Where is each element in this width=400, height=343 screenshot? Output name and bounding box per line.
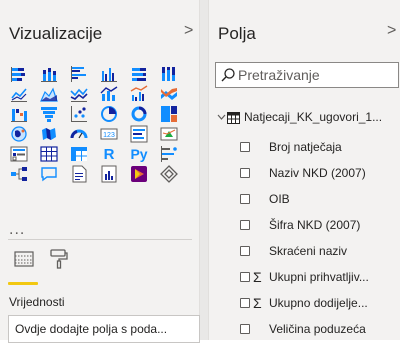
field-checkbox[interactable]	[240, 142, 250, 152]
fields-well-icon	[14, 251, 34, 267]
collapse-visualizations-button[interactable]: >	[184, 22, 193, 40]
viz-divider	[8, 239, 192, 240]
table-node[interactable]: Natjecaji_KK_ugovori_1...	[215, 110, 400, 128]
stacked-bar-chart-icon[interactable]	[8, 63, 30, 85]
collapse-fields-button[interactable]: >	[387, 22, 396, 40]
scatter-chart-icon[interactable]	[68, 103, 90, 125]
search-input[interactable]: Pretraživanje	[215, 62, 399, 88]
qa-icon[interactable]	[38, 163, 60, 185]
card-icon[interactable]: 123	[98, 123, 120, 145]
stacked-column-chart-icon[interactable]	[38, 63, 60, 85]
diamond-icon[interactable]	[158, 163, 180, 185]
more-visuals-button[interactable]: ...	[9, 221, 25, 239]
kpi-icon[interactable]	[158, 123, 180, 145]
waterfall-chart-icon[interactable]	[8, 103, 30, 125]
multi-row-card-icon[interactable]	[128, 123, 150, 145]
format-visual-tab[interactable]	[46, 246, 72, 272]
gauge-icon[interactable]	[68, 123, 90, 145]
values-section-label: Vrijednosti	[9, 295, 65, 309]
clustered-column-chart-icon[interactable]	[98, 63, 120, 85]
field-label: Broj natječaja	[269, 140, 342, 154]
slicer-icon[interactable]	[8, 143, 30, 165]
field-label: Ukupni prihvatljiv...	[269, 270, 369, 284]
key-influencers-icon[interactable]	[158, 143, 180, 165]
table-icon	[227, 112, 240, 124]
stacked-area-chart-icon[interactable]	[68, 83, 90, 105]
map-icon[interactable]	[8, 123, 30, 145]
search-placeholder: Pretraživanje	[238, 67, 320, 83]
values-drop-zone[interactable]: Ovdje dodajte polja s poda...	[8, 315, 200, 343]
field-label: Naziv NKD (2007)	[269, 166, 366, 180]
pane-gap	[200, 0, 208, 340]
field-label: Ukupno dodijelje...	[269, 296, 368, 310]
field-checkbox[interactable]	[240, 168, 250, 178]
py-label: Py	[130, 146, 148, 162]
field-label: Šifra NKD (2007)	[269, 218, 361, 232]
paginated-report-icon[interactable]	[98, 163, 120, 185]
clustered-bar-chart-icon[interactable]	[68, 63, 90, 85]
active-tab-indicator	[8, 282, 38, 285]
field-label: Veličina poduzeća	[269, 322, 366, 336]
treemap-icon[interactable]	[158, 103, 180, 125]
card-label: 123	[103, 132, 115, 139]
field-checkbox[interactable]	[240, 272, 250, 282]
field-row[interactable]: Broj natječaja	[215, 140, 400, 158]
search-icon	[221, 68, 235, 82]
field-label: OIB	[269, 192, 290, 206]
chevron-down-icon	[217, 114, 226, 120]
decomposition-tree-icon[interactable]	[8, 163, 30, 185]
field-checkbox[interactable]	[240, 194, 250, 204]
field-checkbox[interactable]	[240, 324, 250, 334]
field-row[interactable]: Veličina poduzeća	[215, 322, 400, 340]
r-label: R	[103, 145, 115, 163]
python-visual-icon[interactable]: Py	[128, 143, 150, 165]
donut-chart-icon[interactable]	[128, 103, 150, 125]
line-chart-icon[interactable]	[8, 83, 30, 105]
fields-title: Polja	[218, 24, 256, 43]
build-visual-tab[interactable]	[11, 246, 37, 272]
table-name: Natjecaji_KK_ugovori_1...	[244, 110, 383, 124]
field-checkbox[interactable]	[240, 220, 250, 230]
field-row[interactable]: Σ Ukupno dodijelje...	[215, 295, 400, 314]
power-apps-icon[interactable]	[128, 163, 150, 185]
field-checkbox[interactable]	[240, 246, 250, 256]
visualizations-title: Vizualizacije	[9, 24, 103, 43]
filled-map-icon[interactable]	[38, 123, 60, 145]
field-row[interactable]: Šifra NKD (2007)	[215, 218, 400, 236]
area-chart-icon[interactable]	[38, 83, 60, 105]
field-row[interactable]: Σ Ukupni prihvatljiv...	[215, 269, 400, 288]
100pct-column-chart-icon[interactable]	[158, 63, 180, 85]
smart-narrative-icon[interactable]	[68, 163, 90, 185]
field-row[interactable]: Skraćeni naziv	[215, 244, 400, 262]
field-row[interactable]: OIB	[215, 192, 400, 210]
field-row[interactable]: Naziv NKD (2007)	[215, 166, 400, 184]
field-checkbox[interactable]	[240, 298, 250, 308]
fields-pane: Polja > Pretraživanje Natjecaji_KK_ugovo…	[208, 0, 400, 340]
paint-roller-icon	[50, 249, 68, 269]
r-visual-icon[interactable]: R	[98, 143, 120, 165]
matrix-icon[interactable]	[68, 143, 90, 165]
table-icon[interactable]	[38, 143, 60, 165]
line-column-chart-icon[interactable]	[98, 83, 120, 105]
visualizations-pane: Vizualizacije > 123 R Py ... Vrijednosti…	[0, 0, 200, 343]
100pct-bar-chart-icon[interactable]	[128, 63, 150, 85]
line-clustered-column-chart-icon[interactable]	[128, 83, 150, 105]
sigma-icon: Σ	[253, 269, 262, 285]
field-label: Skraćeni naziv	[269, 244, 348, 258]
funnel-chart-icon[interactable]	[38, 103, 60, 125]
ribbon-chart-icon[interactable]	[158, 83, 180, 105]
sigma-icon: Σ	[253, 295, 262, 311]
pie-chart-icon[interactable]	[98, 103, 120, 125]
